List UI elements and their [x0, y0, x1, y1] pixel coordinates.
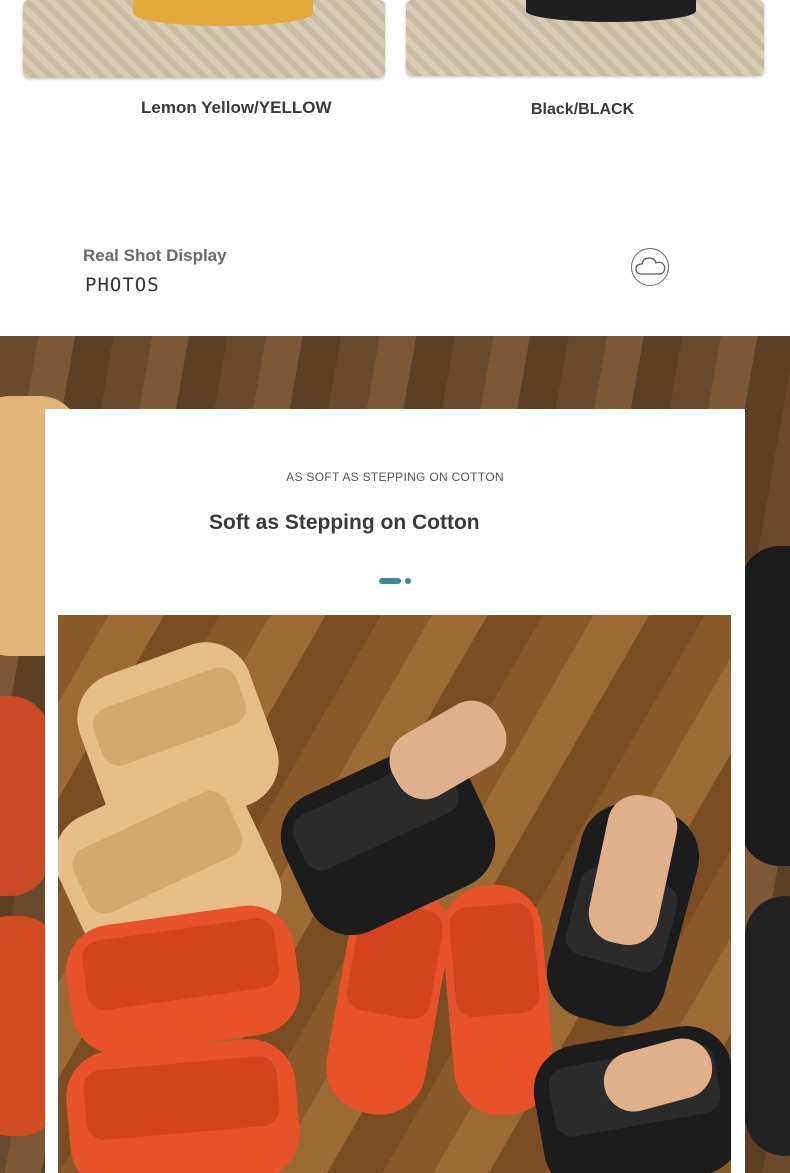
section-title: Real Shot Display — [83, 246, 227, 265]
black-slipper-image — [526, 0, 696, 22]
yellow-slipper-image — [133, 0, 313, 26]
variant-label-black: Black/BLACK — [531, 101, 635, 118]
variant-photo-yellow — [23, 0, 385, 78]
feature-headline: Soft as Stepping on Cotton — [209, 511, 480, 534]
divider-bar — [379, 577, 401, 584]
section-subtitle: PHOTOS — [85, 274, 160, 296]
cloud-icon — [631, 248, 669, 286]
product-photo — [58, 615, 731, 1173]
section-divider — [379, 572, 411, 590]
divider-dot — [405, 577, 411, 584]
variant-photo-black — [406, 0, 764, 76]
variant-label-yellow: Lemon Yellow/YELLOW — [141, 98, 332, 117]
orange-slipper — [62, 1035, 304, 1173]
feature-eyebrow: AS SOFT AS STEPPING ON COTTON — [286, 470, 504, 484]
